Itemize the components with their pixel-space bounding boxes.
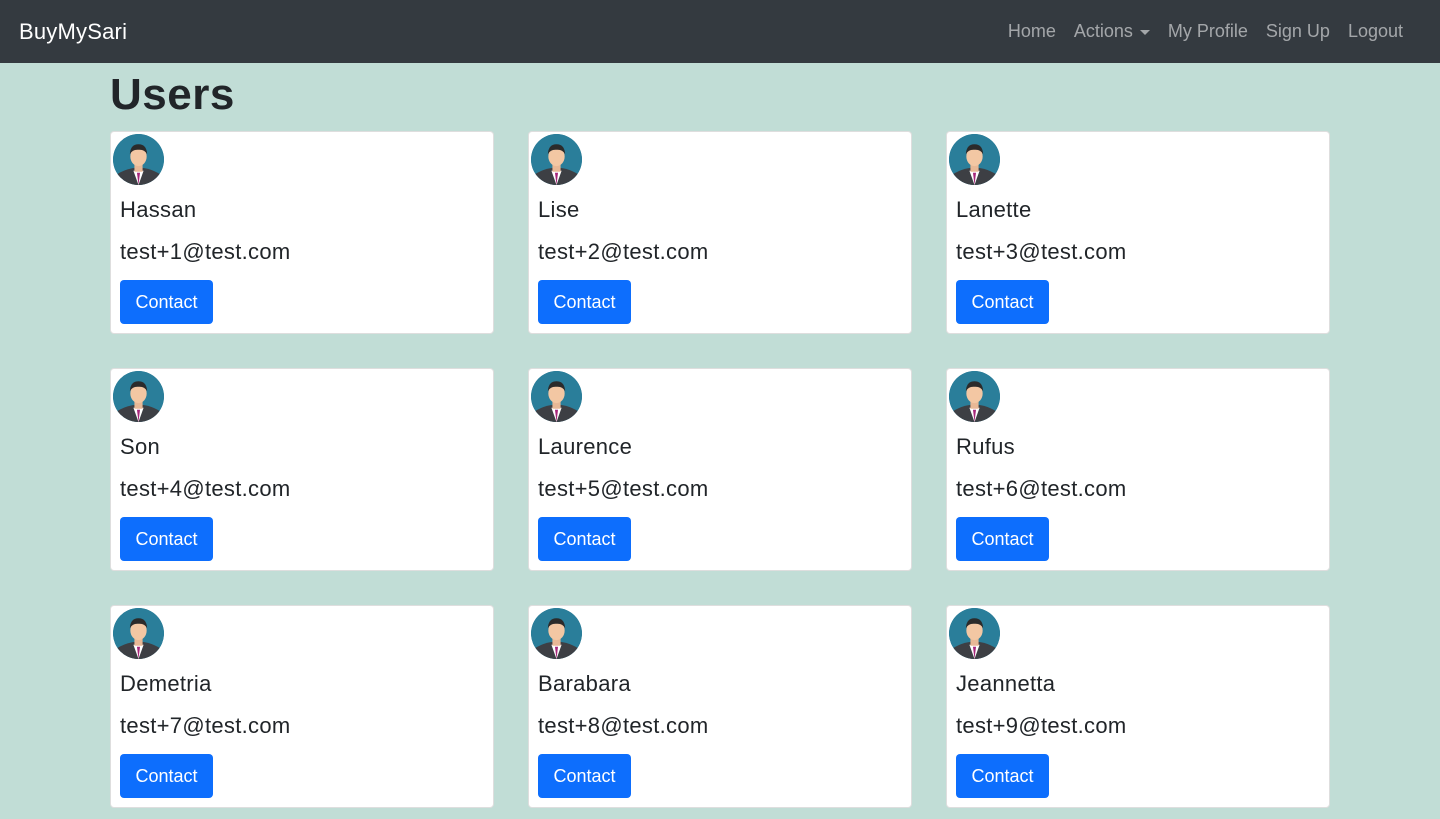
user-avatar-icon	[531, 371, 582, 422]
user-card: Jeannetta test+9@test.com Contact	[946, 605, 1330, 808]
user-name: Son	[120, 434, 161, 459]
user-card: Laurence test+5@test.com Contact	[528, 368, 912, 571]
page-title: Users	[110, 70, 235, 119]
user-email: test+7@test.com	[120, 713, 291, 738]
nav-home-link[interactable]: Home	[999, 21, 1065, 42]
user-name: Jeannetta	[956, 671, 1056, 696]
caret-down-icon	[1139, 30, 1150, 35]
user-name: Rufus	[956, 434, 1015, 459]
user-card: Demetria test+7@test.com Contact	[110, 605, 494, 808]
user-email: test+8@test.com	[538, 713, 709, 738]
user-avatar-icon	[113, 371, 164, 422]
user-email: test+4@test.com	[120, 476, 291, 501]
contact-button[interactable]: Contact	[956, 280, 1049, 324]
user-avatar-icon	[949, 608, 1000, 659]
nav-actions-label: Actions	[1073, 21, 1133, 41]
user-card: Rufus test+6@test.com Contact	[946, 368, 1330, 571]
user-email: test+9@test.com	[956, 713, 1127, 738]
nav-my-profile-link[interactable]: My Profile	[1159, 21, 1257, 42]
user-card: Hassan test+1@test.com Contact	[110, 131, 494, 334]
user-name: Barabara	[538, 671, 631, 696]
top-navbar: BuyMySari Home Actions My Profile Sign U…	[0, 0, 1440, 63]
nav-logout-link[interactable]: Logout	[1339, 21, 1412, 42]
brand-link[interactable]: BuyMySari	[19, 19, 127, 45]
nav-links: Home Actions My Profile Sign Up Logout	[999, 21, 1421, 42]
nav-home-label: Home	[1007, 21, 1056, 41]
contact-button[interactable]: Contact	[120, 280, 213, 324]
user-card: Lanette test+3@test.com Contact	[946, 131, 1330, 334]
contact-button[interactable]: Contact	[956, 754, 1049, 798]
users-grid: Hassan test+1@test.com Contact Lise test…	[110, 131, 1330, 808]
user-avatar-icon	[113, 608, 164, 659]
contact-button[interactable]: Contact	[956, 517, 1049, 561]
contact-button[interactable]: Contact	[120, 754, 213, 798]
nav-my-profile-label: My Profile	[1167, 21, 1248, 41]
user-card: Lise test+2@test.com Contact	[528, 131, 912, 334]
nav-sign-up-link[interactable]: Sign Up	[1257, 21, 1339, 42]
main-content: Users Hassan test+1@test.com Contact Lis…	[110, 63, 1330, 808]
user-avatar-icon	[531, 134, 582, 185]
user-name: Laurence	[538, 434, 633, 459]
nav-logout-label: Logout	[1347, 21, 1403, 41]
user-name: Hassan	[120, 197, 197, 222]
contact-button[interactable]: Contact	[538, 280, 631, 324]
user-email: test+2@test.com	[538, 239, 709, 264]
user-avatar-icon	[949, 134, 1000, 185]
contact-button[interactable]: Contact	[538, 754, 631, 798]
user-name: Lanette	[956, 197, 1032, 222]
user-email: test+5@test.com	[538, 476, 709, 501]
user-avatar-icon	[531, 608, 582, 659]
user-name: Lise	[538, 197, 580, 222]
nav-actions-dropdown[interactable]: Actions	[1065, 21, 1159, 42]
contact-button[interactable]: Contact	[538, 517, 631, 561]
user-card: Barabara test+8@test.com Contact	[528, 605, 912, 808]
user-email: test+3@test.com	[956, 239, 1127, 264]
user-email: test+6@test.com	[956, 476, 1127, 501]
user-avatar-icon	[113, 134, 164, 185]
user-avatar-icon	[949, 371, 1000, 422]
nav-sign-up-label: Sign Up	[1265, 21, 1330, 41]
user-email: test+1@test.com	[120, 239, 291, 264]
user-name: Demetria	[120, 671, 212, 696]
contact-button[interactable]: Contact	[120, 517, 213, 561]
user-card: Son test+4@test.com Contact	[110, 368, 494, 571]
